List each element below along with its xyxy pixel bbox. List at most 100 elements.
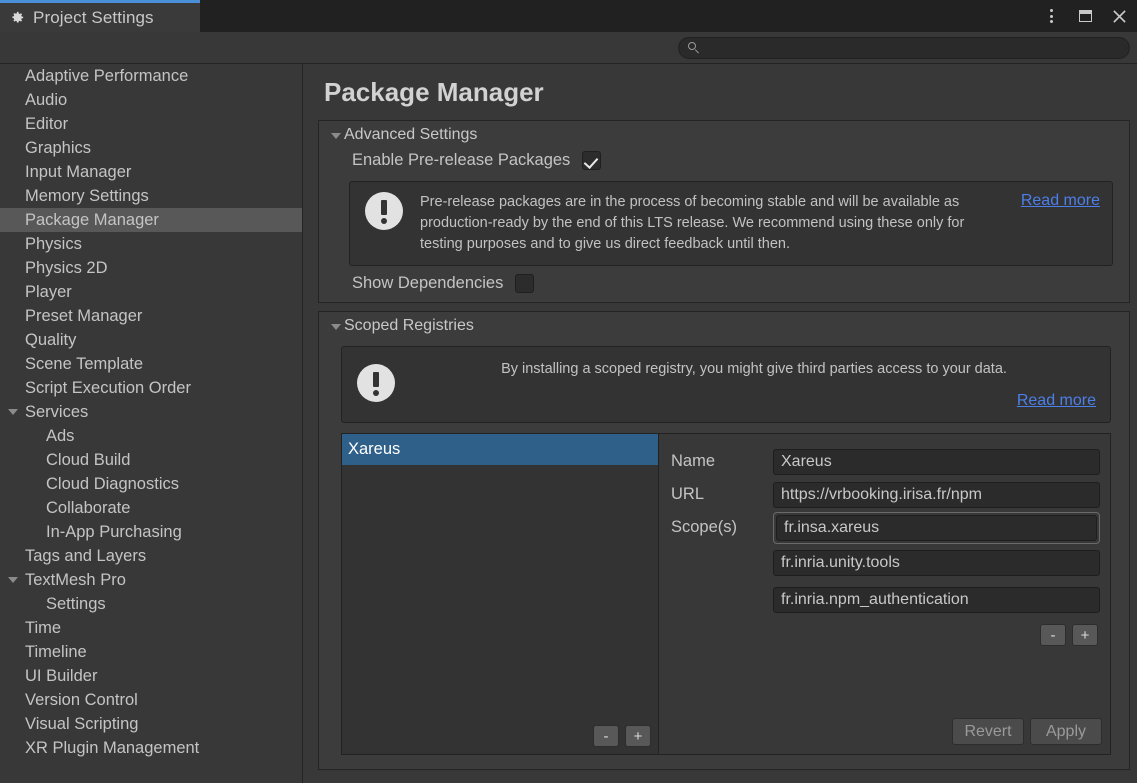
registry-scopes-label: Scope(s) (671, 518, 738, 536)
sidebar-item-collaborate[interactable]: Collaborate (0, 496, 302, 520)
scoped-read-more-link[interactable]: Read more (1017, 392, 1096, 410)
sidebar-item-physics-2d[interactable]: Physics 2D (0, 256, 302, 280)
registry-name-label: Name (671, 452, 716, 470)
maximize-icon[interactable] (1075, 6, 1095, 26)
sidebar-item-cloud-diagnostics[interactable]: Cloud Diagnostics (0, 472, 302, 496)
sidebar-item-tags-and-layers[interactable]: Tags and Layers (0, 544, 302, 568)
sidebar-item-ads[interactable]: Ads (0, 424, 302, 448)
scoped-help-text: By installing a scoped registry, you mig… (501, 361, 1007, 377)
search-icon (688, 42, 700, 54)
sidebar-item-settings[interactable]: Settings (0, 592, 302, 616)
sidebar-item-adaptive-performance[interactable]: Adaptive Performance (0, 64, 302, 88)
close-icon[interactable] (1109, 6, 1129, 26)
chevron-down-icon[interactable] (8, 409, 18, 415)
sidebar-item-label: Visual Scripting (25, 714, 139, 733)
sidebar-item-services[interactable]: Services (0, 400, 302, 424)
sidebar-item-label: Graphics (25, 138, 92, 157)
sidebar-item-quality[interactable]: Quality (0, 328, 302, 352)
enable-prerelease-checkbox[interactable] (582, 151, 602, 170)
revert-button[interactable]: Revert (952, 718, 1024, 745)
advanced-settings-label: Advanced Settings (344, 126, 478, 143)
sidebar-item-label: Preset Manager (25, 306, 143, 325)
sidebar-item-label: UI Builder (25, 666, 98, 685)
sidebar-item-timeline[interactable]: Timeline (0, 640, 302, 664)
sidebar-item-physics[interactable]: Physics (0, 232, 302, 256)
sidebar-item-graphics[interactable]: Graphics (0, 136, 302, 160)
registry-scope-input-1[interactable] (773, 549, 1100, 576)
search-input[interactable] (706, 41, 1106, 55)
sidebar-item-memory-settings[interactable]: Memory Settings (0, 184, 302, 208)
sidebar-item-label: Collaborate (46, 498, 131, 517)
registry-scope-focus-ring (773, 511, 1100, 544)
add-registry-button[interactable]: + (625, 725, 651, 747)
chevron-down-icon (331, 324, 341, 330)
registry-scope-input-2[interactable] (773, 586, 1100, 613)
registry-editor: Xareus - + Name URL (341, 433, 1111, 755)
sidebar-item-label: Timeline (25, 642, 87, 661)
title-bar: Project Settings (0, 0, 1137, 32)
sidebar-item-version-control[interactable]: Version Control (0, 688, 302, 712)
sidebar-item-audio[interactable]: Audio (0, 88, 302, 112)
sidebar-item-label: Memory Settings (25, 186, 149, 205)
prerelease-read-more-link[interactable]: Read more (1021, 192, 1100, 210)
registry-url-label: URL (671, 485, 705, 503)
registry-list-item[interactable]: Xareus (342, 434, 658, 465)
sidebar-item-label: In-App Purchasing (46, 522, 182, 541)
sidebar-item-xr-plugin-management[interactable]: XR Plugin Management (0, 736, 302, 760)
registry-url-input[interactable] (773, 481, 1100, 508)
sidebar-item-package-manager[interactable]: Package Manager (0, 208, 302, 232)
registry-name-input[interactable] (773, 448, 1100, 475)
tab-project-settings[interactable]: Project Settings (0, 0, 200, 32)
window-controls (1041, 0, 1129, 32)
registry-scope-row-2 (671, 581, 1100, 618)
show-dependencies-label: Show Dependencies (352, 274, 504, 292)
apply-button[interactable]: Apply (1030, 718, 1102, 745)
sidebar-item-label: Services (25, 402, 89, 421)
add-scope-button[interactable]: + (1072, 624, 1098, 646)
advanced-settings-foldout[interactable]: Advanced Settings (319, 121, 1129, 147)
registry-list-buttons: - + (593, 725, 651, 747)
scoped-registries-panel: Scoped Registries By installing a scoped… (318, 311, 1130, 770)
settings-content-panel: Package Manager Advanced Settings Enable… (304, 64, 1137, 783)
sidebar-item-label: Cloud Build (46, 450, 131, 469)
advanced-settings-panel: Advanced Settings Enable Pre-release Pac… (318, 120, 1130, 303)
remove-scope-button[interactable]: - (1040, 624, 1066, 646)
info-bubble-icon (364, 192, 406, 234)
sidebar-item-label: Ads (46, 426, 75, 445)
sidebar-item-in-app-purchasing[interactable]: In-App Purchasing (0, 520, 302, 544)
sidebar-item-preset-manager[interactable]: Preset Manager (0, 304, 302, 328)
sidebar-item-script-execution-order[interactable]: Script Execution Order (0, 376, 302, 400)
show-dependencies-checkbox[interactable] (515, 274, 535, 293)
chevron-down-icon[interactable] (8, 577, 18, 583)
show-dependencies-row: Show Dependencies (319, 266, 1129, 302)
registry-detail-form: Name URL Scope(s) (659, 434, 1110, 754)
prerelease-help-box: Pre-release packages are in the process … (349, 181, 1113, 266)
sidebar-item-label: Editor (25, 114, 69, 133)
scoped-registries-foldout[interactable]: Scoped Registries (319, 312, 1129, 338)
sidebar-item-ui-builder[interactable]: UI Builder (0, 664, 302, 688)
sidebar-item-label: Input Manager (25, 162, 132, 181)
sidebar-item-label: Quality (25, 330, 77, 349)
enable-prerelease-row: Enable Pre-release Packages (319, 147, 1129, 174)
sidebar-item-editor[interactable]: Editor (0, 112, 302, 136)
sidebar-item-cloud-build[interactable]: Cloud Build (0, 448, 302, 472)
settings-category-sidebar[interactable]: Adaptive Performance Audio Editor Graphics I… (0, 64, 303, 783)
prerelease-help-text: Pre-release packages are in the process … (420, 194, 965, 252)
sidebar-item-scene-template[interactable]: Scene Template (0, 352, 302, 376)
kebab-menu-icon[interactable] (1041, 6, 1061, 26)
sidebar-item-player[interactable]: Player (0, 280, 302, 304)
scoped-help-body: By installing a scoped registry, you mig… (412, 359, 1096, 410)
sidebar-item-time[interactable]: Time (0, 616, 302, 640)
scoped-registries-help-box: By installing a scoped registry, you mig… (341, 346, 1111, 423)
registry-scope-row-0: Scope(s) (671, 511, 1100, 544)
registry-list[interactable]: Xareus - + (342, 434, 659, 754)
scoped-registries-label: Scoped Registries (344, 317, 474, 334)
sidebar-item-visual-scripting[interactable]: Visual Scripting (0, 712, 302, 736)
remove-registry-button[interactable]: - (593, 725, 619, 747)
registry-scope-input-0[interactable] (776, 514, 1097, 541)
search-box[interactable] (678, 37, 1130, 59)
sidebar-item-label: Scene Template (25, 354, 144, 373)
sidebar-item-textmesh-pro[interactable]: TextMesh Pro (0, 568, 302, 592)
sidebar-item-input-manager[interactable]: Input Manager (0, 160, 302, 184)
sidebar-item-label: Physics (25, 234, 82, 253)
